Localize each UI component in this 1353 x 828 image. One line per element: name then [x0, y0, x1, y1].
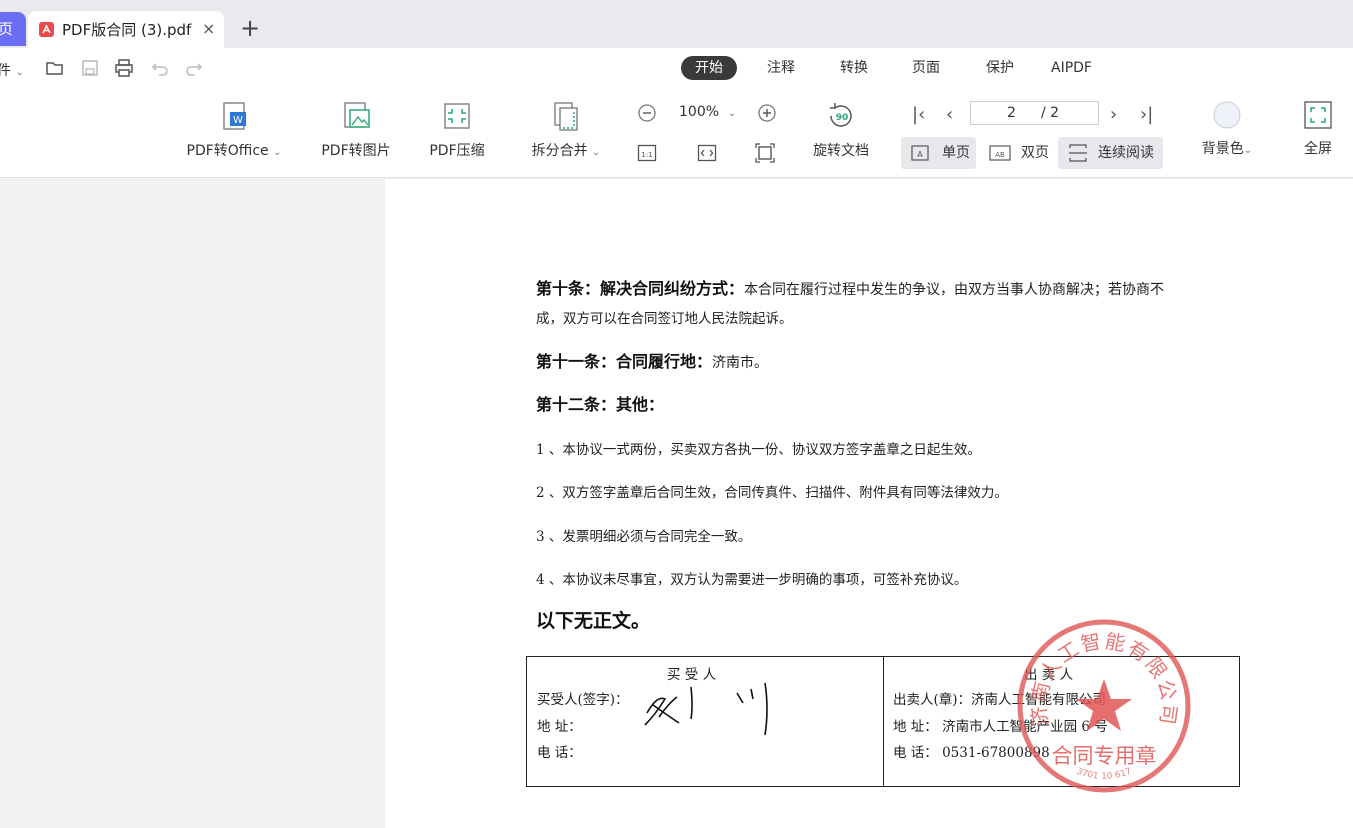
open-folder-icon[interactable]	[45, 58, 67, 80]
svg-text:1:1: 1:1	[641, 151, 652, 159]
article-10-title: 第十条：解决合同纠纷方式：	[536, 279, 745, 298]
print-icon[interactable]	[114, 58, 136, 80]
tab-close-icon[interactable]: ×	[202, 19, 215, 38]
zoom-level-select[interactable]: 100% ⌄	[679, 104, 736, 120]
word-doc-icon: W	[223, 102, 246, 130]
svg-text:W: W	[233, 115, 243, 126]
clause-item: 1 、本协议一式两份，买卖双方各执一份、协议双方签字盖章之日起生效。	[536, 442, 981, 458]
article-12: 第十二条：其他：	[536, 391, 1226, 415]
pdf-compress-label: PDF压缩	[429, 143, 485, 159]
tab-document-title: PDF版合同 (3).pdf	[62, 21, 192, 39]
save-icon[interactable]	[80, 58, 102, 80]
pdf-file-icon	[39, 22, 54, 37]
split-merge-icon	[554, 102, 578, 131]
new-tab-plus-icon[interactable]: +	[240, 16, 260, 40]
next-page-icon[interactable]: ›	[1110, 104, 1117, 125]
view-single-page-button[interactable]: A 单页	[901, 137, 976, 169]
view-continuous-button[interactable]: 连续阅读	[1058, 137, 1163, 169]
background-color-label: 背景色	[1201, 141, 1244, 157]
thumbnail-panel	[0, 179, 385, 828]
svg-text:AB: AB	[995, 151, 1005, 159]
continuous-label: 连续阅读	[1098, 145, 1154, 161]
pdf-to-office-button[interactable]: W PDF转Office ⌄	[182, 100, 286, 160]
article-10-text-2: 成，双方可以在合同签订地人民法院起诉。	[536, 311, 793, 327]
pdf-to-image-button[interactable]: PDF转图片	[318, 100, 394, 160]
image-icon	[344, 102, 370, 128]
pdf-to-image-label: PDF转图片	[321, 143, 391, 159]
redo-icon[interactable]	[184, 58, 206, 80]
tab-document[interactable]: PDF版合同 (3).pdf ×	[28, 11, 224, 48]
article-10: 第十条：解决合同纠纷方式：本合同在履行过程中发生的争议，由双方当事人协商解决；若…	[536, 275, 1226, 299]
article-11-text: 济南市。	[712, 355, 769, 371]
buyer-handwritten-signature	[644, 682, 768, 736]
pdf-to-office-label: PDF转Office	[186, 143, 269, 159]
current-page-value: 2	[1007, 105, 1016, 121]
menu-protect[interactable]: 保护	[986, 56, 1014, 80]
end-of-text-note: 以下无正文。	[536, 610, 651, 632]
rotate-icon: 90	[830, 103, 852, 127]
buyer-address-label: 地 址：	[537, 719, 582, 735]
tab-home-label: 页	[0, 20, 14, 38]
article-11-title: 第十一条：合同履行地：	[536, 352, 713, 371]
clause-item: 4 、本协议未尽事宜，双方认为需要进一步明确的事项，可签补充协议。	[536, 572, 968, 588]
buyer-sign-label: 买受人(签字)：	[537, 692, 629, 708]
menu-annotate[interactable]: 注释	[767, 56, 795, 80]
table-divider	[883, 657, 884, 786]
prev-page-icon[interactable]: ‹	[946, 104, 953, 125]
fit-page-icon[interactable]	[755, 143, 775, 163]
view-double-page-button[interactable]: AB 双页	[981, 137, 1054, 169]
article-11: 第十一条：合同履行地：济南市。	[536, 348, 1226, 372]
ribbon-toolbar: 件 ⌄ 开始 注释 转换 页面 保护 AIPDF W PDF转Office ⌄ …	[0, 48, 1353, 178]
pdf-reader-window: 页 PDF版合同 (3).pdf × + 件 ⌄ 开始 注释 转换 页面 保护 …	[0, 0, 1353, 828]
rotate-document-label: 旋转文档	[813, 143, 869, 159]
svg-text:90: 90	[836, 113, 849, 123]
fullscreen-label: 全屏	[1304, 141, 1332, 157]
menu-start[interactable]: 开始	[681, 56, 737, 80]
menu-page[interactable]: 页面	[912, 56, 940, 80]
fullscreen-button[interactable]: 全屏	[1300, 100, 1336, 158]
clause-item: 2 、双方签字盖章后合同生效，合同传真件、扫描件、附件具有同等法律效力。	[536, 485, 1008, 501]
background-color-button[interactable]: 背景色⌄	[1198, 100, 1256, 158]
single-page-label: 单页	[942, 145, 970, 161]
file-menu-button[interactable]: 件 ⌄	[0, 60, 24, 80]
actual-size-icon[interactable]: 1:1	[637, 143, 657, 163]
zoom-in-icon[interactable]	[757, 103, 777, 123]
menu-convert[interactable]: 转换	[840, 56, 868, 80]
menu-aipdf[interactable]: AIPDF	[1051, 56, 1092, 80]
zoom-out-icon[interactable]	[637, 103, 657, 123]
tab-bar: 页 PDF版合同 (3).pdf × +	[0, 0, 1353, 48]
split-merge-label: 拆分合并	[531, 143, 588, 159]
svg-text:3701 10 617: 3701 10 617	[1075, 767, 1133, 782]
company-seal-stamp: 济南人工智能有限公司 合同专用章 3701 10 617	[1017, 619, 1191, 793]
svg-text:A: A	[917, 150, 923, 159]
double-page-label: 双页	[1021, 145, 1049, 161]
undo-icon[interactable]	[150, 58, 172, 80]
continuous-scroll-icon	[1069, 144, 1087, 162]
rotate-document-button[interactable]: 90 旋转文档	[810, 100, 872, 160]
single-page-icon: A	[911, 145, 929, 161]
fullscreen-icon	[1304, 101, 1332, 129]
article-12-title: 第十二条：其他：	[536, 395, 665, 414]
svg-text:合同专用章: 合同专用章	[1052, 744, 1157, 768]
first-page-icon[interactable]: |‹	[912, 104, 925, 125]
tab-home[interactable]: 页	[0, 12, 26, 46]
compress-icon	[444, 103, 470, 129]
total-pages-value: / 2	[1041, 105, 1060, 121]
clause-item: 3 、发票明细必须与合同完全一致。	[536, 529, 752, 545]
background-color-swatch-icon	[1213, 101, 1241, 129]
fit-width-icon[interactable]	[697, 143, 717, 163]
article-10-text-1: 本合同在履行过程中发生的争议，由双方当事人协商解决；若协商不	[744, 282, 1165, 298]
split-merge-button[interactable]: 拆分合并 ⌄	[526, 100, 606, 160]
double-page-icon: AB	[989, 145, 1011, 161]
page-number-input[interactable]: 2 / 2	[970, 101, 1099, 125]
buyer-phone-label: 电 话：	[537, 745, 582, 761]
pdf-compress-button[interactable]: PDF压缩	[426, 100, 488, 160]
pdf-page[interactable]: 第十条：解决合同纠纷方式：本合同在履行过程中发生的争议，由双方当事人协商解决；若…	[385, 179, 1353, 828]
last-page-icon[interactable]: ›|	[1140, 104, 1153, 125]
